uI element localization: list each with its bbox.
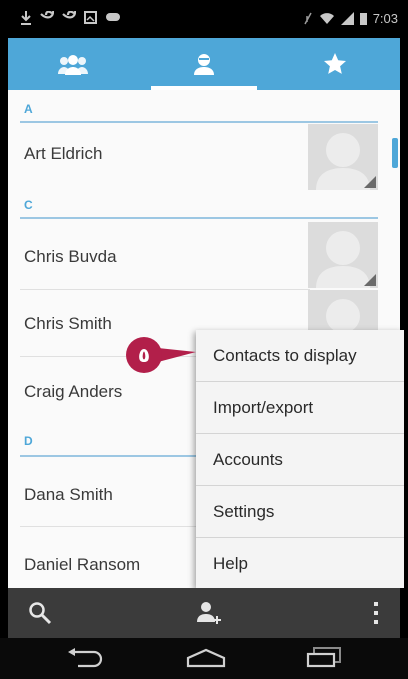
groups-icon xyxy=(58,55,88,75)
section-header-a: A xyxy=(24,102,33,116)
search-icon[interactable] xyxy=(28,601,52,625)
contacts-icon xyxy=(194,54,214,75)
download-icon xyxy=(21,11,31,25)
scrollbar-thumb[interactable] xyxy=(392,138,398,168)
image-icon xyxy=(84,11,97,24)
section-divider xyxy=(20,455,210,457)
signal-icon xyxy=(340,12,354,25)
system-nav-bar xyxy=(0,638,408,679)
contact-daniel-ransom[interactable]: Daniel Ransom xyxy=(24,555,140,575)
tab-bar xyxy=(8,38,400,90)
contact-photo-placeholder[interactable] xyxy=(308,222,378,288)
section-header-c: C xyxy=(24,198,33,212)
menu-item-label: Accounts xyxy=(213,449,283,469)
add-contact-icon[interactable] xyxy=(195,600,223,626)
home-icon[interactable] xyxy=(186,648,226,668)
game-controller-icon xyxy=(106,13,120,21)
bottom-action-bar xyxy=(8,588,400,638)
phone-screen: 7:03 A Art Eldrich C Chris Buvda Chris S… xyxy=(0,0,408,679)
menu-item-import-export[interactable]: Import/export xyxy=(196,382,404,433)
section-divider xyxy=(20,121,378,123)
twitter-icon xyxy=(40,11,54,19)
menu-item-help[interactable]: Help xyxy=(196,538,404,589)
menu-item-label: Settings xyxy=(213,501,275,521)
star-icon xyxy=(324,53,346,74)
menu-item-accounts[interactable]: Accounts xyxy=(196,434,404,485)
menu-item-label: Import/export xyxy=(213,397,314,417)
twitter-icon xyxy=(62,11,76,19)
overflow-menu: Contacts to display Import/export Accoun… xyxy=(196,330,404,588)
menu-item-label: Contacts to display xyxy=(213,345,357,365)
section-header-d: D xyxy=(24,434,33,448)
tab-contacts[interactable] xyxy=(139,38,269,90)
contact-photo-placeholder[interactable] xyxy=(308,124,378,190)
contact-dana-smith[interactable]: Dana Smith xyxy=(24,485,113,505)
tab-favorites[interactable] xyxy=(270,38,400,90)
contact-chris-buvda[interactable]: Chris Buvda xyxy=(24,247,117,267)
status-bar: 7:03 xyxy=(0,0,408,38)
row-divider xyxy=(20,289,310,290)
step-callout-5: ٥ xyxy=(126,337,162,373)
mute-icon xyxy=(304,12,312,25)
notification-icons xyxy=(20,11,121,25)
menu-item-label: Help xyxy=(213,553,248,573)
back-icon[interactable] xyxy=(66,648,106,668)
contact-chris-smith[interactable]: Chris Smith xyxy=(24,314,112,334)
wifi-icon xyxy=(319,13,334,24)
menu-item-contacts-to-display[interactable]: Contacts to display xyxy=(196,330,404,381)
contact-art-eldrich[interactable]: Art Eldrich xyxy=(24,144,102,164)
menu-item-settings[interactable]: Settings xyxy=(196,486,404,537)
row-divider xyxy=(20,526,208,527)
system-icons: 7:03 xyxy=(303,11,398,26)
section-divider xyxy=(20,217,378,219)
overflow-menu-icon[interactable] xyxy=(372,600,380,626)
battery-icon xyxy=(359,13,367,25)
recent-apps-icon[interactable] xyxy=(306,646,346,668)
clock: 7:03 xyxy=(372,11,398,26)
tab-groups[interactable] xyxy=(8,38,138,90)
contact-craig-anders[interactable]: Craig Anders xyxy=(24,382,122,402)
